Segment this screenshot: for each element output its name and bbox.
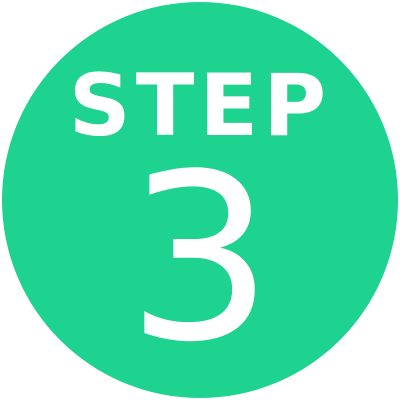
step-number: 3	[126, 126, 274, 393]
